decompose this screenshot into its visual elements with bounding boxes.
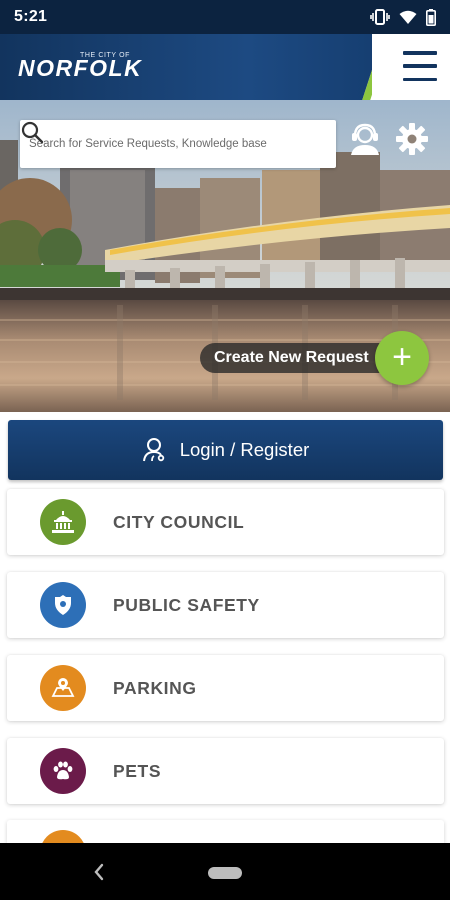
- city-logo[interactable]: THE CITY OF NORFOLK: [18, 50, 142, 82]
- logo-title: NORFOLK: [18, 55, 143, 81]
- login-register-label: Login / Register: [179, 439, 310, 460]
- search-box: [20, 120, 336, 168]
- police-badge-icon: [40, 582, 86, 628]
- status-bar: 5:21: [0, 0, 450, 34]
- hero-banner: Create New Request +: [0, 100, 450, 412]
- add-request-icon[interactable]: +: [375, 331, 429, 385]
- create-new-request[interactable]: Create New Request +: [200, 331, 429, 385]
- home-pill-icon[interactable]: [208, 867, 242, 879]
- logo-subtitle: THE CITY OF: [80, 52, 131, 59]
- search-input[interactable]: [20, 120, 300, 168]
- category-label: CITY COUNCIL: [113, 512, 245, 532]
- category-label: PETS: [113, 761, 162, 781]
- login-register-button[interactable]: Login / Register: [8, 420, 443, 480]
- app-header: THE CITY OF NORFOLK: [0, 34, 450, 100]
- system-nav-bar: [0, 843, 450, 900]
- paw-icon: [40, 748, 86, 794]
- vibrate-icon: [370, 9, 390, 25]
- category-label: PUBLIC SAFETY: [113, 595, 260, 615]
- battery-icon: [426, 8, 436, 26]
- hamburger-menu-icon[interactable]: [403, 51, 437, 81]
- category-pets[interactable]: PETS: [7, 738, 444, 804]
- city-hall-icon: [40, 499, 86, 545]
- agent-headset-icon[interactable]: [349, 122, 381, 156]
- gear-icon[interactable]: [395, 122, 429, 156]
- user-login-icon: [142, 437, 168, 463]
- partial-category-icon: [40, 830, 86, 843]
- search-icon[interactable]: [21, 120, 336, 168]
- category-public-safety[interactable]: PUBLIC SAFETY: [7, 572, 444, 638]
- category-parking[interactable]: PARKING: [7, 655, 444, 721]
- wifi-icon: [399, 10, 417, 25]
- category-partial[interactable]: [7, 820, 444, 843]
- status-icons: [370, 8, 436, 26]
- category-label: PARKING: [113, 678, 197, 698]
- status-time: 5:21: [14, 8, 48, 25]
- category-city-council[interactable]: CITY COUNCIL: [7, 489, 444, 555]
- parking-map-icon: [40, 665, 86, 711]
- back-icon[interactable]: [90, 861, 108, 883]
